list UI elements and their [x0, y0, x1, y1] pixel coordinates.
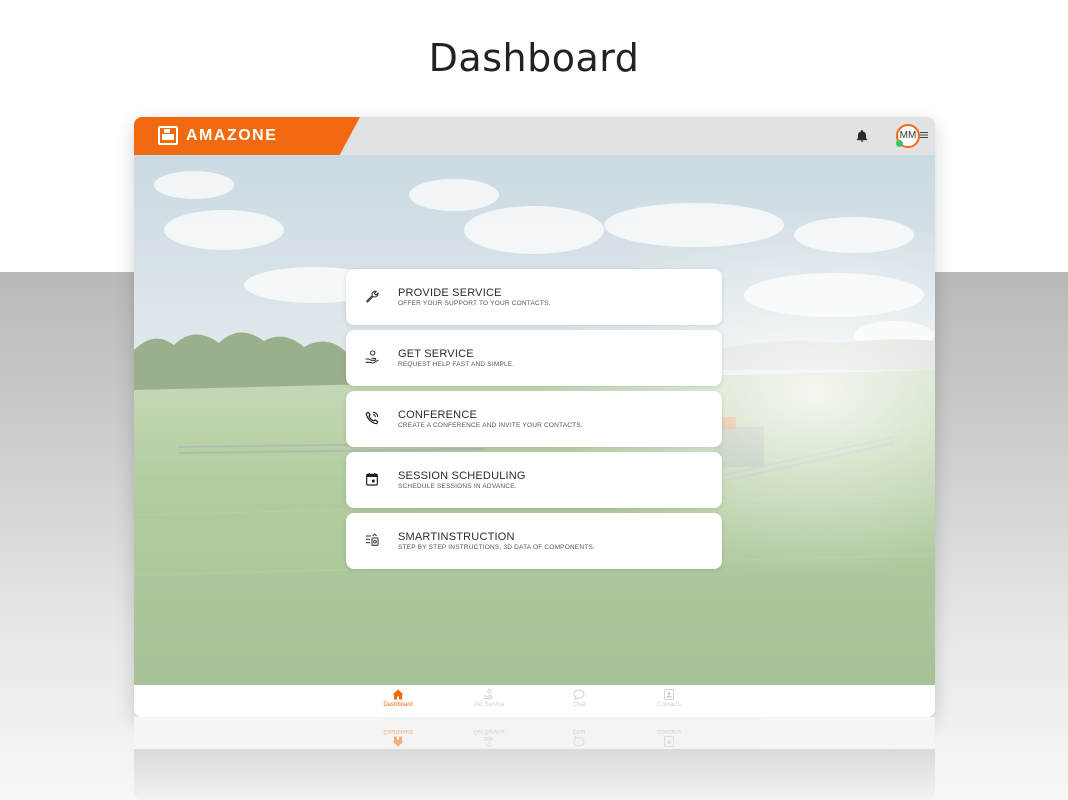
get-service-card[interactable]: GET SERVICE REQUEST HELP FAST AND SIMPLE…	[346, 330, 722, 386]
card-subtitle: STEP BY STEP INSTRUCTIONS, 3D DATA OF CO…	[398, 544, 596, 551]
card-title: PROVIDE SERVICE	[398, 287, 502, 299]
nav-contacts[interactable]: Contacts	[639, 689, 699, 715]
card-subtitle: CREATE A CONFERENCE AND INVITE YOUR CONT…	[398, 422, 583, 429]
bottom-navigation: Dashboard Get Service Chat Contacts	[134, 685, 935, 717]
card-subtitle: REQUEST HELP FAST AND SIMPLE.	[398, 361, 515, 368]
chat-bubble-icon	[573, 736, 585, 747]
tractor-logo-icon	[158, 126, 178, 145]
nav-label: Contacts	[657, 702, 681, 708]
helping-hand-icon	[484, 736, 494, 747]
notification-bell-icon[interactable]	[855, 129, 869, 143]
nav-dashboard[interactable]: Dashboard	[368, 689, 428, 715]
card-subtitle: SCHEDULE SESSIONS IN ADVANCE.	[398, 483, 517, 490]
nav-label: Get Service	[473, 702, 505, 708]
reflected-nav-dashboard: Dashboard	[368, 721, 428, 747]
helping-hand-icon	[484, 689, 494, 700]
nav-label: Chat	[572, 728, 586, 734]
app-window: AMAZONE MM PROVIDE SERVICE OFFER YOUR SU…	[134, 117, 935, 717]
card-title: CONFERENCE	[398, 409, 478, 421]
conference-card[interactable]: CONFERENCE CREATE A CONFERENCE AND INVIT…	[346, 391, 722, 447]
card-subtitle: OFFER YOUR SUPPORT TO YOUR CONTACTS.	[398, 300, 551, 307]
reflection-fade	[134, 749, 935, 800]
calendar-icon	[366, 473, 378, 486]
reflected-nav-get-service: Get Service	[459, 721, 519, 747]
card-title: SESSION SCHEDULING	[398, 470, 526, 482]
brand-logo[interactable]: AMAZONE	[134, 117, 360, 155]
provide-service-card[interactable]: PROVIDE SERVICE OFFER YOUR SUPPORT TO YO…	[346, 269, 722, 325]
home-icon	[392, 689, 404, 700]
reflected-navigation: Dashboard Get Service Chat Contacts	[134, 717, 935, 749]
reflected-nav-contacts: Contacts	[639, 721, 699, 747]
nav-label: Dashboard	[383, 728, 413, 734]
chat-bubble-icon	[573, 689, 585, 700]
online-status-dot	[896, 140, 903, 147]
nav-label: Chat	[572, 702, 586, 708]
card-title: GET SERVICE	[398, 348, 474, 360]
nav-label: Contacts	[657, 728, 681, 734]
instruction-list-icon	[366, 533, 379, 546]
reflected-nav-chat: Chat	[549, 721, 609, 747]
nav-label: Get Service	[473, 728, 505, 734]
nav-label: Dashboard	[383, 702, 413, 708]
brand-name: AMAZONE	[186, 127, 278, 144]
home-icon	[392, 736, 404, 747]
wrench-icon	[366, 290, 379, 303]
phone-call-icon	[365, 411, 379, 425]
smartinstruction-card[interactable]: SMARTINSTRUCTION STEP BY STEP INSTRUCTIO…	[346, 513, 722, 569]
device-reflection: Dashboard Get Service Chat Contacts	[134, 717, 935, 800]
helping-hand-icon	[365, 350, 379, 364]
session-scheduling-card[interactable]: SESSION SCHEDULING SCHEDULE SESSIONS IN …	[346, 452, 722, 508]
contacts-icon	[664, 689, 674, 700]
card-title: SMARTINSTRUCTION	[398, 531, 515, 543]
nav-chat[interactable]: Chat	[549, 689, 609, 715]
top-bar: AMAZONE MM	[134, 117, 935, 155]
hamburger-menu-icon[interactable]	[920, 131, 928, 139]
nav-get-service[interactable]: Get Service	[459, 689, 519, 715]
contacts-icon	[664, 736, 674, 747]
service-menu: PROVIDE SERVICE OFFER YOUR SUPPORT TO YO…	[346, 269, 722, 574]
page-title: Dashboard	[428, 36, 640, 80]
